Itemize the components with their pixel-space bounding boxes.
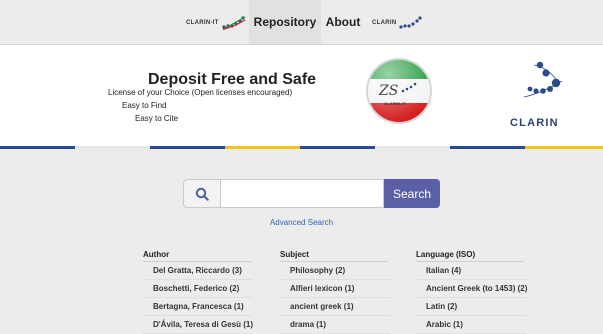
stripe-segment <box>75 146 150 149</box>
brand-text: CLARIN <box>510 117 559 129</box>
clarin-it-nav-logo[interactable]: CLARIN-IT <box>186 14 247 32</box>
search-icon <box>195 187 209 201</box>
facet-item[interactable]: ancient greek (1) <box>280 298 390 316</box>
stripe-segment <box>0 146 75 149</box>
search-bar: Search <box>183 179 440 208</box>
search-icon-button[interactable] <box>183 179 220 208</box>
stripe-segment <box>225 146 300 149</box>
facet-heading: Author <box>143 250 251 262</box>
facet-heading: Subject <box>280 250 388 262</box>
banner-divider-stripe <box>0 146 603 149</box>
svg-text:ZS: ZS <box>378 83 398 99</box>
facet-list: Del Gratta, Riccardo (3) Boschetti, Fede… <box>143 262 253 334</box>
nav-logo-text: CLARIN-IT <box>186 20 219 26</box>
facet-item[interactable]: D'Ávila, Teresa di Gesù (1) <box>143 316 253 334</box>
facet-item[interactable]: drama (1) <box>280 316 390 334</box>
advanced-search-link[interactable]: Advanced Search <box>0 218 603 227</box>
stripe-segment <box>525 146 603 149</box>
facet-heading: Language (ISO) <box>416 250 524 262</box>
facet-item[interactable]: Italian (4) <box>416 262 526 280</box>
nav-logo-text-right: CLARIN <box>372 20 397 26</box>
facet-item[interactable]: Philosophy (2) <box>280 262 390 280</box>
clarin-dots-icon <box>222 16 246 30</box>
facet-language: Language (ISO) Italian (4) Ancient Greek… <box>416 250 527 334</box>
banner-line-cite: Easy to Cite <box>135 114 179 123</box>
facet-item[interactable]: Arabic (1) <box>416 316 526 334</box>
stripe-segment <box>300 146 375 149</box>
stripe-segment <box>375 146 450 149</box>
clarin-nav-logo[interactable]: CLARIN <box>372 14 424 32</box>
facet-subject: Subject Philosophy (2) Alfieri lexicon (… <box>280 250 390 334</box>
banner-title: Deposit Free and Safe <box>148 71 317 88</box>
tab-repository[interactable]: Repository <box>249 0 321 44</box>
stripe-segment <box>150 146 225 149</box>
search-input[interactable] <box>220 179 384 208</box>
tab-about[interactable]: About <box>321 0 365 44</box>
top-navbar: CLARIN-IT Repository About CLARIN <box>0 0 603 45</box>
hero-banner: Deposit Free and Safe License of your Ch… <box>0 45 603 147</box>
clarin-dots-icon <box>399 16 423 29</box>
facet-list: Italian (4) Ancient Greek (to 1453) (2) … <box>416 262 527 334</box>
facet-item[interactable]: Bertagna, Francesca (1) <box>143 298 253 316</box>
facet-list: Philosophy (2) Alfieri lexicon (1) ancie… <box>280 262 390 334</box>
clarin-logo-icon <box>523 61 563 98</box>
facet-item[interactable]: Boschetti, Federico (2) <box>143 280 253 298</box>
seal-text: CLARIN-IT <box>384 101 406 106</box>
facet-item[interactable]: Ancient Greek (to 1453) (2) <box>416 280 527 298</box>
facet-item[interactable]: Del Gratta, Riccardo (3) <box>143 262 253 280</box>
facet-item[interactable]: Alfieri lexicon (1) <box>280 280 390 298</box>
stripe-segment <box>450 146 525 149</box>
banner-line-license: License of your Choice (Open licenses en… <box>108 88 293 97</box>
clarin-it-seal-icon: ZS <box>366 58 432 124</box>
facet-item[interactable]: Latin (2) <box>416 298 526 316</box>
facet-author: Author Del Gratta, Riccardo (3) Boschett… <box>143 250 253 334</box>
banner-line-find: Easy to Find <box>122 101 167 110</box>
search-button[interactable]: Search <box>384 179 440 208</box>
